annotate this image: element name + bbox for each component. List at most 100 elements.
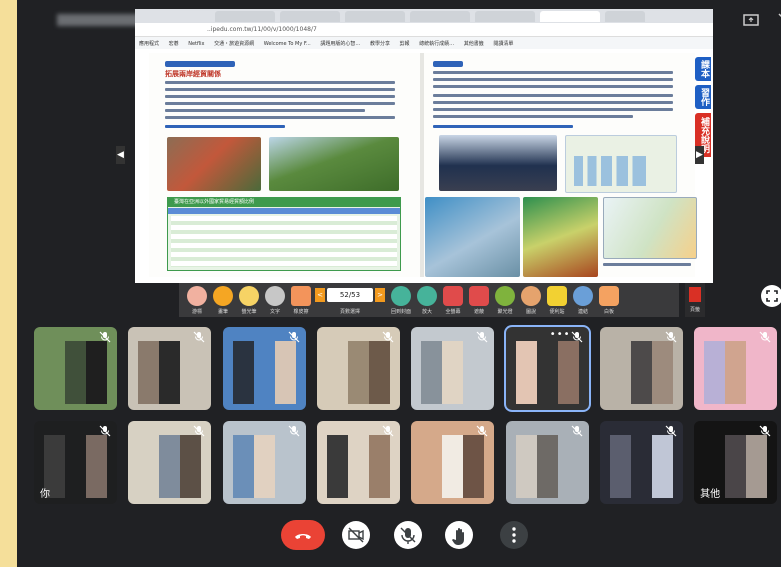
bookmark-item[interactable]: 閱讀清單 <box>493 40 513 47</box>
video-pixel-block <box>253 383 275 404</box>
video-pixel-block <box>326 477 348 498</box>
page-indicator[interactable]: 52/53 <box>327 288 373 302</box>
video-pixel-block <box>65 362 86 383</box>
video-pixel-block <box>725 341 747 362</box>
mask-tool[interactable] <box>469 286 489 306</box>
participant-tile[interactable] <box>222 421 306 504</box>
video-pixel-block <box>347 456 369 477</box>
bookmark-item[interactable]: 剪報 <box>400 40 410 47</box>
end-call-button[interactable] <box>281 520 325 550</box>
page-forward-button[interactable]: > <box>375 288 385 302</box>
hand-tool[interactable] <box>521 286 541 306</box>
cover-tool[interactable] <box>391 286 411 306</box>
video-pixel-block <box>557 435 579 456</box>
participant-tile[interactable] <box>411 327 495 410</box>
participant-tile[interactable] <box>316 327 400 410</box>
video-pixel-block <box>232 435 254 456</box>
video-pixel-block <box>368 362 390 383</box>
zoom-tool[interactable] <box>417 286 437 306</box>
more-options-button[interactable] <box>500 521 528 549</box>
bookmark-tab-tool[interactable]: 頁籤 <box>685 283 705 317</box>
participant-tile[interactable]: 你 <box>34 421 117 504</box>
raise-hand-button[interactable] <box>445 521 473 549</box>
video-pixel-block <box>746 435 768 456</box>
video-pixel-block <box>326 383 348 404</box>
participant-tile[interactable] <box>128 327 212 410</box>
video-pixel-block <box>347 383 369 404</box>
spotlight-tool[interactable] <box>495 286 515 306</box>
participant-tile[interactable] <box>694 327 778 410</box>
participant-tile[interactable] <box>128 421 212 504</box>
text-tool[interactable] <box>265 286 285 306</box>
participant-tile[interactable]: 其他 <box>694 421 778 504</box>
video-pixel-block <box>138 456 160 477</box>
next-page-arrow[interactable]: ▶ <box>695 146 704 164</box>
participant-tile[interactable] <box>316 421 400 504</box>
video-pixel-block <box>725 456 747 477</box>
video-pixel-block <box>463 383 485 404</box>
whiteboard-tool[interactable] <box>599 286 619 306</box>
bookmark-item[interactable]: 宏碁 <box>169 40 179 47</box>
bookmark-item[interactable]: 講題用版的心智… <box>320 40 360 47</box>
address-bar[interactable]: ..ipedu.com.tw/11/00/v/1000/1048/7 <box>135 23 713 37</box>
video-pixel-block <box>86 456 107 477</box>
video-pixel-block <box>253 362 275 383</box>
video-pixel-block <box>232 341 254 362</box>
bookmark-item[interactable]: 總統執行成績… <box>419 40 454 47</box>
url-text: ..ipedu.com.tw/11/00/v/1000/1048/7 <box>207 26 317 33</box>
video-pixel-block <box>253 435 275 456</box>
ebook-page-right <box>425 53 697 277</box>
fullscreen-tool[interactable] <box>443 286 463 306</box>
video-pixel-block <box>159 477 181 498</box>
presentation-icon[interactable] <box>742 12 760 30</box>
eraser-tool[interactable] <box>291 286 311 306</box>
browser-tabs <box>135 9 713 23</box>
mic-muted-icon <box>193 425 205 437</box>
participant-tile[interactable] <box>599 421 683 504</box>
video-pixel-block <box>442 477 464 498</box>
prev-page-arrow[interactable]: ◀ <box>116 146 125 164</box>
side-tab-workbook[interactable]: 習作 <box>695 85 711 109</box>
video-pixel-block <box>86 341 107 362</box>
participant-tile[interactable]: ••• <box>505 327 589 410</box>
video-pixel-block <box>274 383 296 404</box>
video-pixel-block <box>630 383 652 404</box>
participant-tile[interactable] <box>411 421 495 504</box>
participant-tile[interactable] <box>222 327 306 410</box>
side-tab-textbook[interactable]: 課本 <box>695 57 711 81</box>
bookmark-item[interactable]: Welcome To My F... <box>264 41 311 47</box>
ebook-spread: 拓展兩岸經貿關係 臺灣在亞洲以外國家貿易經貿額比例 課本 習作 補充說明 <box>149 53 711 277</box>
bookmark-item[interactable]: 應用程式 <box>139 40 159 47</box>
bookmark-item[interactable]: 教學分享 <box>370 40 390 47</box>
tile-menu-icon[interactable]: ••• <box>550 329 571 340</box>
video-pixel-block <box>138 435 160 456</box>
sticky-note-tool[interactable] <box>547 286 567 306</box>
link-tool[interactable] <box>573 286 593 306</box>
camera-off-button[interactable] <box>342 521 370 549</box>
mic-muted-icon <box>759 331 771 343</box>
pen-tool[interactable] <box>213 286 233 306</box>
participant-tile[interactable] <box>34 327 117 410</box>
video-pixel-block <box>651 456 673 477</box>
video-pixel-block <box>326 362 348 383</box>
video-pixel-block <box>180 456 202 477</box>
highlighter-tool[interactable] <box>239 286 259 306</box>
bookmark-item[interactable]: 交通・旅遊資源網 <box>214 40 254 47</box>
video-pixel-block <box>704 456 726 477</box>
mic-muted-icon <box>476 331 488 343</box>
bookmark-item[interactable]: Netflix <box>188 41 204 47</box>
video-pixel-block <box>326 435 348 456</box>
page-back-button[interactable]: < <box>315 288 325 302</box>
expand-icon[interactable] <box>761 285 781 307</box>
bookmark-item[interactable]: 其他書籤 <box>464 40 484 47</box>
participant-tile[interactable] <box>505 421 589 504</box>
video-pixel-block <box>44 456 65 477</box>
mic-muted-icon <box>382 331 394 343</box>
section-title: 拓展兩岸經貿關係 <box>165 70 221 78</box>
participant-tile[interactable] <box>599 327 683 410</box>
video-pixel-block <box>65 456 86 477</box>
mic-off-icon[interactable] <box>777 12 781 30</box>
mic-off-button[interactable] <box>394 521 422 549</box>
cursor-tool[interactable] <box>187 286 207 306</box>
video-pixel-block <box>347 435 369 456</box>
